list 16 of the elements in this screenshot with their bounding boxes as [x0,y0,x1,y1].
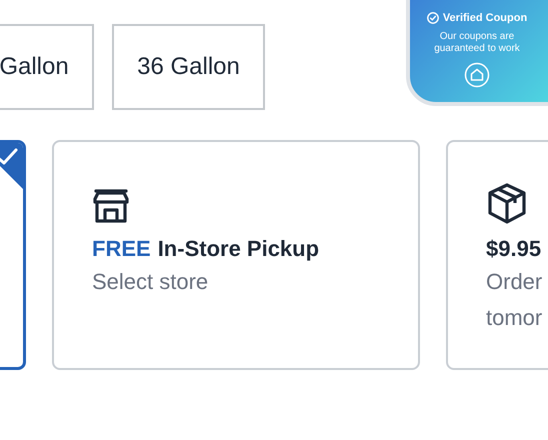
storefront-icon [92,188,130,224]
option-detail: tomor [486,304,544,332]
option-detail: Select store [92,268,210,296]
free-label: FREE [92,235,151,263]
delivery-option-card[interactable]: $9.95 Order tomor [446,140,548,370]
delivery-option-card[interactable]: FREE In-Store Pickup Select store [52,140,420,370]
house-circle-icon [464,62,490,88]
check-circle-icon [426,12,439,24]
option-title: $9.95 [486,235,542,263]
size-option-button[interactable]: Gallon [0,24,94,110]
option-detail: Order [486,268,544,296]
box-icon [486,182,528,224]
option-title: In-Store Pickup [158,235,320,263]
coupon-text: Our coupons are guaranteed to work [433,30,521,54]
coupon-title: Verified Coupon [442,11,528,26]
size-option-button[interactable]: 36 Gallon [112,24,265,110]
